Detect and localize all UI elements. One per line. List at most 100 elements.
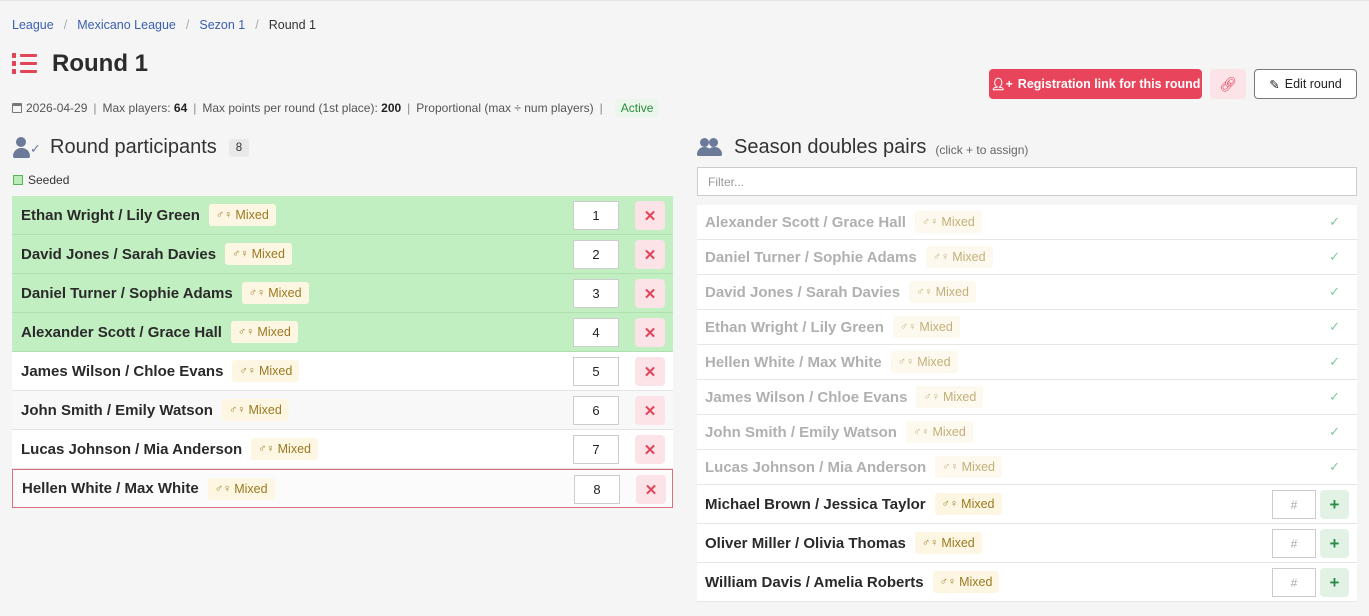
participant-name: John Smith / Emily Watson (21, 401, 213, 419)
pairs-filter-input[interactable] (697, 167, 1357, 196)
close-icon: ✕ (643, 246, 657, 264)
seed-position-input[interactable] (1272, 529, 1316, 558)
mixed-badge: ♂♀ Mixed (905, 421, 973, 443)
meta-separator: | (599, 101, 603, 115)
pair-row[interactable]: Oliver Miller / Olivia Thomas ♂♀Mixed + (697, 524, 1357, 563)
seed-input[interactable] (573, 435, 619, 464)
status-badge: Active (614, 99, 660, 117)
user-plus-icon: 👤︎+ (990, 77, 1013, 91)
participant-row: Ethan Wright / Lily Green ♂♀Mixed ✕ (12, 196, 673, 235)
pair-row: James Wilson / Chloe Evans ♂♀ Mixed ✓ (697, 380, 1357, 415)
pairs-header: Season doubles pairs (click + to assign) (697, 136, 1028, 159)
gender-mixed-icon: ♂♀ (921, 537, 939, 549)
copy-link-button[interactable]: 🔗︎ (1210, 69, 1246, 99)
participant-name: Hellen White / Max White (22, 480, 199, 497)
meta-separator: | (93, 101, 97, 115)
remove-participant-button[interactable]: ✕ (635, 279, 665, 308)
check-icon: ✓ (1329, 459, 1340, 474)
pair-row: Ethan Wright / Lily Green ♂♀ Mixed ✓ (697, 310, 1357, 345)
participant-row: Hellen White / Max White ♂♀Mixed ✕ (12, 469, 673, 508)
page-header: Round 1 (12, 50, 148, 78)
pair-row[interactable]: William Davis / Amelia Roberts ♂♀Mixed + (697, 563, 1357, 602)
pair-row: David Jones / Sarah Davies ♂♀ Mixed ✓ (697, 275, 1357, 310)
add-pair-button[interactable]: + (1320, 490, 1349, 519)
remove-participant-button[interactable]: ✕ (635, 318, 665, 347)
gender-mixed-icon: ♂♀ (258, 443, 275, 455)
seed-input[interactable] (574, 475, 620, 504)
meta-separator: | (193, 101, 197, 115)
pair-name: James Wilson / Chloe Evans (705, 388, 908, 406)
mixed-badge: ♂♀ Mixed (892, 316, 960, 338)
gender-mixed-icon: ♂♀ (215, 209, 233, 221)
remove-participant-button[interactable]: ✕ (636, 475, 666, 504)
max-points-value: 200 (381, 101, 402, 115)
breadcrumb-link[interactable]: Mexicano League (77, 18, 176, 32)
gender-mixed-icon: ♂♀ (228, 404, 246, 416)
max-players-value: 64 (173, 101, 188, 115)
close-icon: ✕ (643, 402, 657, 420)
participant-row: James Wilson / Chloe Evans ♂♀Mixed ✕ (12, 352, 673, 391)
mixed-badge-label: Mixed (942, 390, 977, 404)
seed-position-input[interactable] (1272, 568, 1316, 597)
pair-row: Lucas Johnson / Mia Anderson ♂♀ Mixed ✓ (697, 450, 1357, 485)
registration-link-label: Registration link for this round (1017, 77, 1201, 91)
breadcrumb: League / Mexicano League / Sezon 1 / Rou… (12, 18, 316, 32)
breadcrumb-link[interactable]: Sezon 1 (199, 18, 245, 32)
participant-row: Alexander Scott / Grace Hall ♂♀Mixed ✕ (12, 313, 673, 352)
edit-round-button[interactable]: ✎ Edit round (1254, 69, 1357, 99)
mixed-badge: ♂♀ Mixed (932, 571, 1000, 593)
mixed-badge: ♂♀ Mixed (221, 399, 289, 421)
pair-name: William Davis / Amelia Roberts (705, 573, 924, 591)
mixed-badge-label: Mixed (258, 364, 293, 378)
participant-row: David Jones / Sarah Davies ♂♀Mixed ✕ (12, 235, 673, 274)
mixed-badge: ♂♀ Mixed (914, 532, 982, 554)
remove-participant-button[interactable]: ✕ (635, 240, 665, 269)
scoring-mode: Proportional (max ÷ num players) (416, 101, 594, 115)
pair-name: Alexander Scott / Grace Hall (705, 213, 906, 231)
seed-input[interactable] (573, 279, 619, 308)
remove-participant-button[interactable]: ✕ (635, 201, 665, 230)
mixed-badge-label: Mixed (248, 403, 282, 417)
mixed-badge-label: Mixed (234, 481, 268, 496)
seed-input[interactable] (573, 318, 619, 347)
participants-title: Round participants (50, 136, 217, 158)
calendar-icon (12, 103, 22, 113)
add-pair-button[interactable]: + (1320, 568, 1349, 597)
gender-mixed-icon: ♂♀ (921, 216, 939, 228)
pair-row[interactable]: Michael Brown / Jessica Taylor ♂♀Mixed + (697, 485, 1357, 524)
seeded-legend-label: Seeded (28, 173, 70, 187)
gender-mixed-icon: ♂♀ (232, 248, 249, 260)
mixed-badge: ♂♀ Mixed (925, 246, 993, 268)
participants-list: Ethan Wright / Lily Green♂♀Mixed✕David J… (12, 196, 673, 508)
close-icon: ✕ (644, 481, 658, 499)
registration-link-button[interactable]: 👤︎+ Registration link for this round (989, 69, 1202, 99)
pair-name: Daniel Turner / Sophie Adams (705, 248, 917, 266)
seed-input[interactable] (573, 240, 619, 269)
check-icon: ✓ (1329, 424, 1340, 439)
check-icon: ✓ (1329, 284, 1340, 299)
breadcrumb-separator: / (63, 18, 68, 32)
seed-position-input[interactable] (1272, 490, 1316, 519)
gender-mixed-icon: ♂♀ (239, 365, 256, 377)
pair-name: Oliver Miller / Olivia Thomas (705, 534, 906, 552)
participant-name: Lucas Johnson / Mia Anderson (21, 440, 243, 458)
gender-mixed-icon: ♂♀ (939, 576, 957, 588)
gender-mixed-icon: ♂♀ (916, 286, 933, 298)
mixed-badge: ♂♀ Mixed (232, 360, 300, 382)
gender-mixed-icon: ♂♀ (912, 426, 930, 438)
remove-participant-button[interactable]: ✕ (635, 357, 665, 386)
gender-mixed-icon: ♂♀ (932, 251, 950, 263)
mixed-badge-label: Mixed (257, 325, 291, 339)
add-pair-button[interactable]: + (1320, 529, 1349, 558)
seed-input[interactable] (573, 396, 619, 425)
seed-input[interactable] (573, 201, 619, 230)
mixed-badge-label: Mixed (941, 536, 975, 550)
breadcrumb-link[interactable]: League (12, 18, 54, 32)
mixed-badge: ♂♀ Mixed (208, 204, 276, 226)
remove-participant-button[interactable]: ✕ (635, 396, 665, 425)
mixed-badge-label: Mixed (961, 497, 995, 511)
edit-round-label: Edit round (1284, 77, 1342, 91)
seed-input[interactable] (573, 357, 619, 386)
mixed-badge: ♂♀ Mixed (230, 321, 298, 343)
remove-participant-button[interactable]: ✕ (635, 435, 665, 464)
